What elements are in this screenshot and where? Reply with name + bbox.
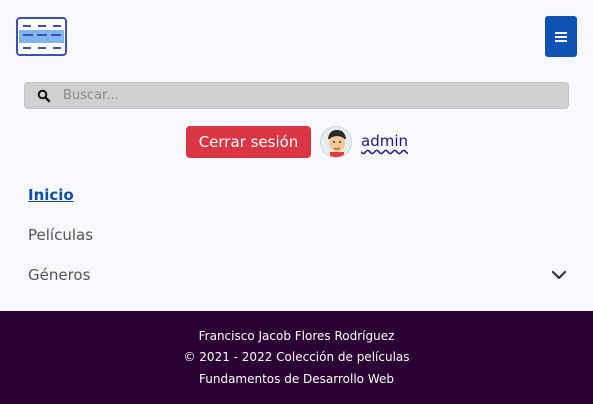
logo-dash [53, 25, 61, 27]
logo-dash [51, 34, 61, 36]
username-link[interactable]: admin [361, 132, 408, 150]
footer: Francisco Jacob Flores Rodríguez © 2021 … [0, 311, 593, 404]
nav-item-inicio[interactable]: Inicio [28, 186, 74, 204]
menu-toggle-button[interactable] [545, 16, 577, 57]
avatar[interactable] [320, 126, 352, 158]
logo-dash [38, 47, 46, 49]
search-input[interactable] [63, 83, 563, 108]
footer-author: Francisco Jacob Flores Rodríguez [198, 329, 395, 343]
logo-dash [38, 25, 46, 27]
nav-item-generos[interactable]: Géneros [28, 266, 90, 284]
chevron-down-icon[interactable] [551, 269, 567, 281]
hamburger-icon [555, 31, 567, 42]
footer-course: Fundamentos de Desarrollo Web [199, 372, 394, 386]
film-strip-icon[interactable] [16, 17, 67, 56]
search-bar[interactable] [24, 82, 569, 109]
logout-button[interactable]: Cerrar sesión [186, 126, 311, 158]
search-icon [37, 89, 51, 103]
logo-dash [23, 47, 31, 49]
logo-dash [23, 25, 31, 27]
logo-dash [37, 34, 47, 36]
nav-item-peliculas[interactable]: Películas [28, 226, 93, 244]
logo-band [19, 30, 64, 43]
footer-copyright: © 2021 - 2022 Colección de películas [183, 350, 410, 364]
logo-dash [23, 34, 33, 36]
logo-dash [53, 47, 61, 49]
user-avatar-icon [321, 127, 351, 157]
